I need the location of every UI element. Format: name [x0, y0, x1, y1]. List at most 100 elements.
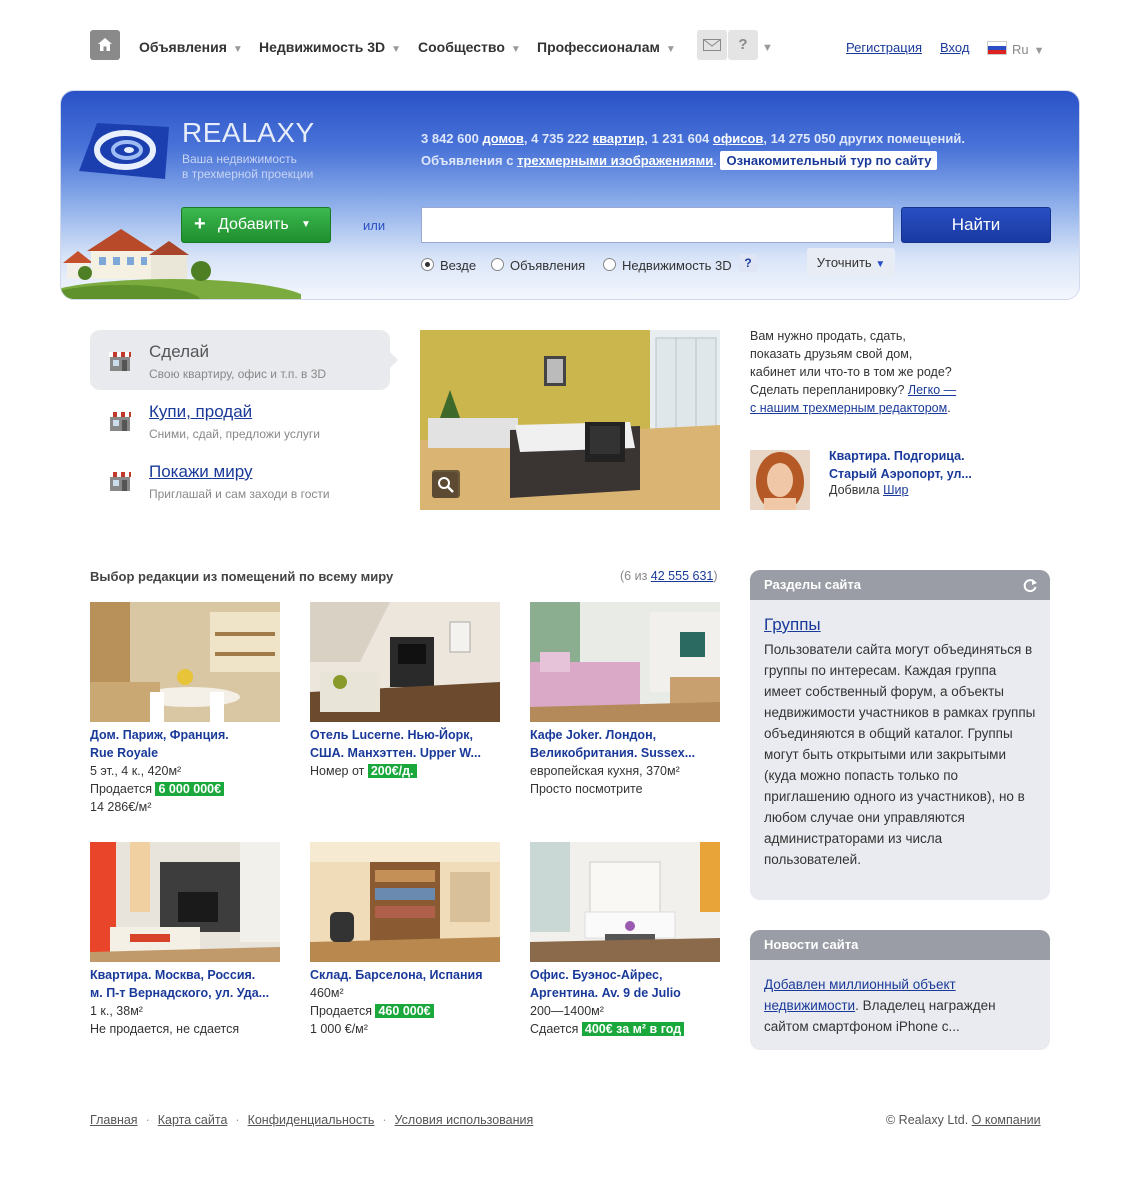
- houses-link[interactable]: домов: [482, 131, 523, 146]
- about-link[interactable]: О компании: [972, 1113, 1041, 1127]
- nav-realty-3d-label: Недвижимость 3D: [259, 39, 386, 55]
- editor-link[interactable]: с нашим трехмерным редактором: [750, 401, 947, 415]
- offices-count: 1 231 604: [651, 131, 710, 146]
- listing-title[interactable]: Офис. Буэнос-Айрес,: [530, 966, 720, 984]
- status-label: Сдается: [530, 1022, 579, 1036]
- hero-banner: REALAXY Ваша недвижимость в трехмерной п…: [60, 90, 1080, 300]
- recent-listing-title[interactable]: Квартира. Подгорица. Старый Аэропорт, ул…: [829, 447, 1009, 483]
- chevron-down-icon: ▼: [875, 259, 886, 270]
- footer-link-home[interactable]: Главная: [90, 1113, 138, 1127]
- listing-title[interactable]: м. П-т Вернадского, ул. Уда...: [90, 984, 280, 1002]
- language-selector[interactable]: Ru ▼: [987, 41, 1045, 57]
- editor-link[interactable]: Легко —: [908, 383, 956, 397]
- search-help-button[interactable]: ?: [739, 254, 757, 272]
- listing-title[interactable]: Аргентина. Av. 9 de Julio: [530, 984, 720, 1002]
- radio-ads[interactable]: Объявления: [491, 258, 585, 273]
- nav-professionals[interactable]: Профессионалам ▼: [537, 39, 676, 55]
- nav-ads[interactable]: Объявления ▼: [139, 39, 243, 55]
- footer-link-terms[interactable]: Условия использования: [395, 1113, 534, 1127]
- radio-ads-label: Объявления: [510, 258, 586, 273]
- or-label: или: [363, 218, 386, 233]
- listing-card[interactable]: Офис. Буэнос-Айрес, Аргентина. Av. 9 de …: [530, 842, 720, 1038]
- listing-title[interactable]: Дом. Париж, Франция.: [90, 726, 280, 744]
- listing-title[interactable]: США. Манхэттен. Upper W...: [310, 744, 500, 762]
- mail-button[interactable]: [697, 30, 727, 60]
- radio-unchecked-icon: [491, 258, 504, 271]
- chevron-down-icon: ▼: [232, 44, 243, 55]
- zoom-icon[interactable]: [432, 472, 458, 498]
- ads-3d-link[interactable]: трехмерными изображениями: [517, 153, 713, 168]
- listing-title[interactable]: Великобритания. Sussex...: [530, 744, 720, 762]
- footer-link-sitemap[interactable]: Карта сайта: [158, 1113, 228, 1127]
- tour-button[interactable]: Ознакомительный тур по сайту: [720, 151, 938, 170]
- nav-community-label: Сообщество: [418, 39, 505, 55]
- realaxy-logo-icon[interactable]: [77, 121, 171, 181]
- news-link[interactable]: Добавлен миллионный объект: [764, 977, 956, 992]
- footer-link-privacy[interactable]: Конфиденциальность: [248, 1113, 375, 1127]
- plus-icon: +: [194, 213, 206, 235]
- listing-details: 5 эт., 4 к., 420м²: [90, 764, 182, 778]
- register-link[interactable]: Регистрация: [846, 40, 922, 55]
- offices-link[interactable]: офисов: [713, 131, 763, 146]
- logo-wordmark[interactable]: REALAXY: [182, 117, 315, 149]
- count-link[interactable]: 42 555 631: [651, 569, 714, 583]
- feature-buy-sell-link[interactable]: Купи, продай: [149, 402, 252, 422]
- recent-title-line: Квартира. Подгорица.: [829, 449, 965, 463]
- listing-title[interactable]: Кафе Joker. Лондон,: [530, 726, 720, 744]
- radio-everywhere-label: Везде: [440, 258, 477, 273]
- avatar[interactable]: [750, 450, 810, 510]
- listing-title[interactable]: Квартира. Москва, Россия.: [90, 966, 280, 984]
- news-text: Добавлен миллионный объект недвижимости. …: [764, 974, 1036, 1037]
- home-icon: [98, 38, 112, 51]
- listing-card[interactable]: Отель Lucerne. Нью-Йорк, США. Манхэттен.…: [310, 602, 500, 780]
- home-icon-button[interactable]: [90, 30, 120, 60]
- flats-link[interactable]: квартир: [593, 131, 645, 146]
- listing-card[interactable]: Квартира. Москва, Россия. м. П-т Вернадс…: [90, 842, 280, 1038]
- groups-link[interactable]: Группы: [764, 614, 821, 635]
- listing-title[interactable]: Rue Royale: [90, 744, 280, 762]
- nav-community[interactable]: Сообщество ▼: [418, 39, 521, 55]
- price-badge: 400€ за м² в год: [581, 1022, 685, 1036]
- author-link[interactable]: Шир: [883, 483, 908, 497]
- listing-card[interactable]: Склад. Барселона, Испания 460м² Продаетс…: [310, 842, 500, 1038]
- radio-realty-3d[interactable]: Недвижимость 3D: [603, 258, 732, 273]
- radio-everywhere[interactable]: Везде: [421, 258, 476, 273]
- listing-title[interactable]: Отель Lucerne. Нью-Йорк,: [310, 726, 500, 744]
- listing-thumbnail[interactable]: [530, 602, 720, 722]
- refresh-icon[interactable]: [1022, 577, 1038, 593]
- help-button[interactable]: ?: [728, 30, 758, 60]
- listing-card[interactable]: Кафе Joker. Лондон, Великобритания. Suss…: [530, 602, 720, 798]
- feature-make-sub: Свою квартиру, офис и т.п. в 3D: [149, 367, 327, 381]
- price-badge: 6 000 000€: [155, 782, 225, 796]
- feature-make-title[interactable]: Сделай: [149, 342, 209, 362]
- radio-realty-3d-label: Недвижимость 3D: [622, 258, 732, 273]
- listing-thumbnail[interactable]: [90, 842, 280, 962]
- language-label: Ru: [1012, 42, 1029, 57]
- refine-button[interactable]: Уточнить ▼: [807, 248, 895, 278]
- footer-copyright: © Realaxy Ltd. О компании: [886, 1113, 1041, 1127]
- login-link[interactable]: Вход: [940, 40, 969, 55]
- footer-links: Главная · Карта сайта · Конфиденциальность · У…: [90, 1113, 533, 1127]
- feature-show-link[interactable]: Покажи миру: [149, 462, 252, 482]
- news-link[interactable]: недвижимости: [764, 998, 855, 1013]
- promo-end: .: [947, 401, 951, 415]
- price-badge: 200€/д.: [367, 764, 417, 778]
- chevron-down-icon: ▼: [1033, 45, 1045, 57]
- 3d-room-preview[interactable]: [420, 330, 720, 510]
- listing-status: Просто посмотрите: [530, 782, 643, 796]
- search-input[interactable]: [421, 207, 894, 243]
- listing-thumbnail[interactable]: [310, 602, 500, 722]
- listing-title[interactable]: Склад. Барселона, Испания: [310, 966, 500, 984]
- add-listing-button[interactable]: + Добавить ▼: [181, 207, 331, 243]
- search-button[interactable]: Найти: [901, 207, 1051, 243]
- chevron-down-icon[interactable]: ▼: [762, 42, 773, 54]
- listing-thumbnail[interactable]: [530, 842, 720, 962]
- chevron-down-icon: ▼: [301, 219, 311, 230]
- listing-status: Не продается, не сдается: [90, 1022, 240, 1036]
- separator: ·: [382, 1113, 387, 1127]
- listing-card[interactable]: Дом. Париж, Франция. Rue Royale 5 эт., 4…: [90, 602, 280, 816]
- listing-thumbnail[interactable]: [310, 842, 500, 962]
- listing-thumbnail[interactable]: [90, 602, 280, 722]
- promo-line: с нашим трехмерным редактором.: [750, 399, 990, 417]
- nav-realty-3d[interactable]: Недвижимость 3D ▼: [259, 39, 401, 55]
